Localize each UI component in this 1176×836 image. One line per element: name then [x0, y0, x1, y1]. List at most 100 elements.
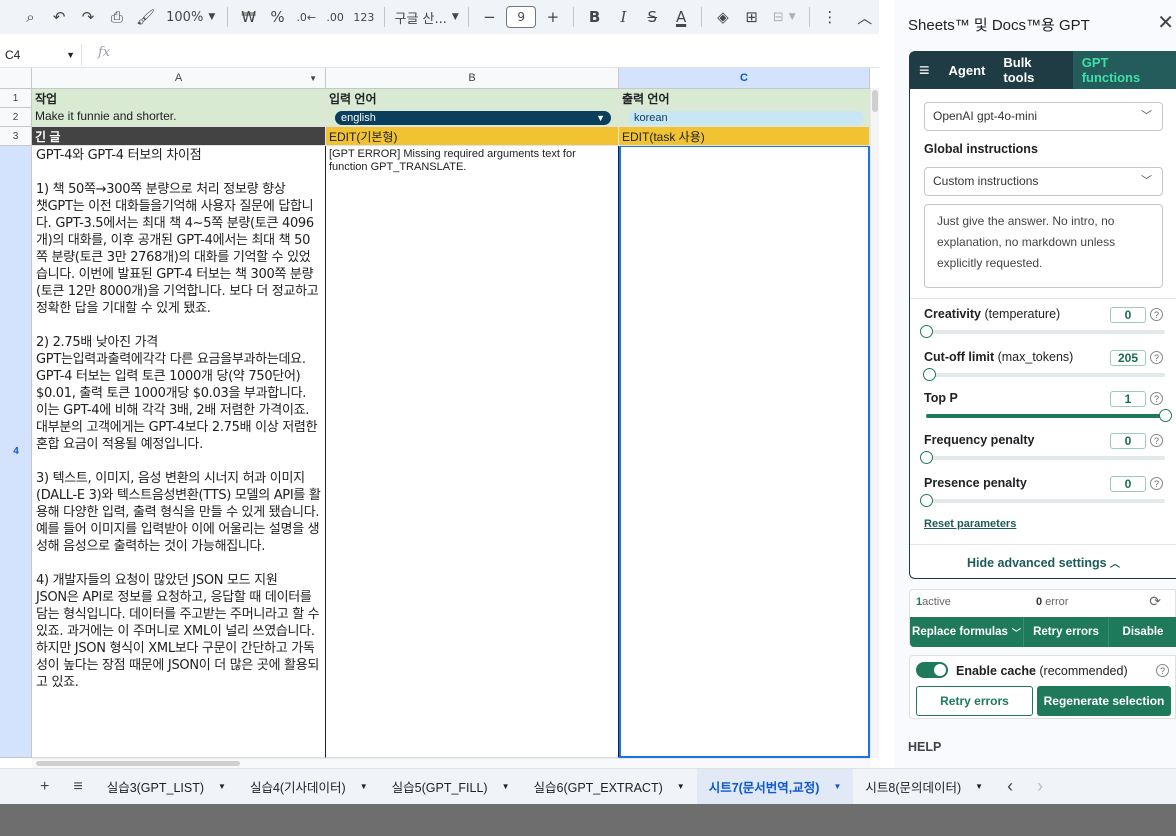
- replace-formulas-button[interactable]: Replace formulas ﹀: [910, 617, 1024, 647]
- row-header-1[interactable]: 1: [0, 89, 32, 108]
- vertical-scrollbar[interactable]: [870, 88, 879, 758]
- help-icon[interactable]: ?: [1150, 392, 1163, 405]
- column-header-b[interactable]: B: [326, 68, 619, 89]
- sheet-tab[interactable]: 실습6(GPT_EXTRACT) ▼: [522, 769, 697, 805]
- cell-b1[interactable]: 입력 언어: [326, 89, 619, 108]
- param-value-input[interactable]: 205: [1110, 350, 1146, 366]
- increase-decimal-button[interactable]: .00: [323, 3, 348, 31]
- sheet-tab-active[interactable]: 시트7(문서번역,교정) ▼: [696, 768, 854, 805]
- cell-a3[interactable]: 긴 글: [32, 127, 326, 146]
- font-size-increase-button[interactable]: +: [540, 3, 565, 31]
- disable-button[interactable]: Disable: [1109, 617, 1176, 647]
- retry-errors-outline-button[interactable]: Retry errors: [916, 686, 1033, 716]
- zoom-select[interactable]: 100% ▼: [162, 3, 219, 31]
- retry-errors-button[interactable]: Retry errors: [1024, 617, 1109, 647]
- param-slider[interactable]: [920, 494, 1165, 507]
- help-icon[interactable]: ?: [1150, 308, 1163, 321]
- redo-icon[interactable]: ↷: [76, 3, 101, 31]
- column-header-a[interactable]: A ▼: [32, 68, 326, 89]
- cell-a1[interactable]: 작업: [32, 89, 326, 108]
- row-header-2[interactable]: 2: [0, 108, 32, 127]
- reset-parameters-link[interactable]: Reset parameters: [924, 518, 1016, 530]
- slider-knob[interactable]: [1159, 409, 1172, 422]
- param-value-input[interactable]: 1: [1110, 391, 1146, 407]
- sheet-tab[interactable]: 실습5(GPT_FILL) ▼: [380, 769, 522, 805]
- more-icon[interactable]: ⋮: [817, 3, 842, 31]
- param-slider[interactable]: [926, 409, 1172, 422]
- cell-b3[interactable]: EDIT(기본형): [326, 127, 619, 146]
- scroll-tabs-left-icon[interactable]: ‹: [995, 769, 1025, 805]
- slider-knob[interactable]: [920, 494, 933, 507]
- percent-button[interactable]: %: [265, 3, 290, 31]
- scrollbar-thumb[interactable]: [36, 761, 240, 766]
- param-slider[interactable]: [920, 325, 1165, 338]
- language-chip[interactable]: korean: [628, 111, 864, 125]
- scroll-tabs-right-icon[interactable]: ›: [1025, 769, 1055, 805]
- add-sheet-button[interactable]: +: [28, 769, 61, 805]
- scrollbar-thumb[interactable]: [872, 90, 878, 112]
- cell-c1[interactable]: 출력 언어: [619, 89, 870, 108]
- tab-bulk-tools[interactable]: Bulk tools: [994, 51, 1072, 89]
- instructions-textarea[interactable]: Just give the answer. No intro, no expla…: [924, 204, 1163, 288]
- slider-knob[interactable]: [920, 325, 933, 338]
- param-slider[interactable]: [920, 451, 1165, 464]
- cell-b4[interactable]: [GPT ERROR] Missing required arguments t…: [326, 146, 619, 758]
- param-value-input[interactable]: 0: [1110, 307, 1146, 323]
- select-all-corner[interactable]: [0, 68, 32, 89]
- sheet-tab[interactable]: 실습3(GPT_LIST) ▼: [95, 769, 238, 805]
- font-select[interactable]: 구글 산... ▼: [393, 3, 460, 31]
- help-icon[interactable]: ?: [1150, 477, 1163, 490]
- tab-gpt-functions[interactable]: GPT functions: [1072, 51, 1176, 89]
- row-header-4[interactable]: 4: [0, 146, 32, 758]
- name-box[interactable]: C4 ▼: [0, 44, 82, 66]
- bold-icon[interactable]: B: [582, 3, 607, 31]
- search-icon[interactable]: ⌕: [18, 3, 43, 31]
- merge-cells-icon[interactable]: ⊟ ▼: [768, 3, 800, 31]
- paint-format-icon[interactable]: 🖌︎: [133, 3, 158, 31]
- decrease-decimal-button[interactable]: .0←: [294, 3, 319, 31]
- number-format-button[interactable]: 123: [352, 3, 377, 31]
- sheet-tab[interactable]: 실습4(기사데이터) ▼: [238, 769, 380, 805]
- slider-knob[interactable]: [920, 451, 933, 464]
- cell-a4[interactable]: GPT-4와 GPT-4 터보의 차이점 1) 책 50쪽→300쪽 분량으로 …: [32, 146, 326, 758]
- row-header-3[interactable]: 3: [0, 127, 32, 146]
- strikethrough-icon[interactable]: S: [640, 3, 665, 31]
- tab-agent[interactable]: Agent: [940, 51, 995, 89]
- filter-caret-icon[interactable]: ▼: [309, 68, 317, 89]
- horizontal-scrollbar[interactable]: [32, 758, 870, 768]
- param-slider[interactable]: [923, 368, 1165, 381]
- sheet-tab[interactable]: 시트8(문의데이터) ▼: [853, 769, 995, 805]
- fill-color-icon[interactable]: ◈: [710, 3, 735, 31]
- menu-icon[interactable]: ≡: [909, 51, 940, 89]
- all-sheets-button[interactable]: ≡: [61, 769, 94, 805]
- help-icon[interactable]: ?: [1150, 434, 1163, 447]
- text-color-icon[interactable]: A: [669, 3, 694, 31]
- print-icon[interactable]: ⎙: [104, 3, 129, 31]
- enable-cache-toggle[interactable]: [916, 662, 948, 678]
- cell-c3[interactable]: EDIT(task 사용): [619, 127, 870, 146]
- italic-icon[interactable]: I: [611, 3, 636, 31]
- borders-icon[interactable]: ⊞: [739, 3, 764, 31]
- regenerate-selection-button[interactable]: Regenerate selection: [1037, 686, 1171, 716]
- undo-icon[interactable]: ↶: [47, 3, 72, 31]
- column-header-c[interactable]: C: [619, 68, 870, 89]
- currency-button[interactable]: ₩: [236, 3, 261, 31]
- cell-c4[interactable]: [619, 146, 870, 758]
- instructions-select[interactable]: Custom instructions ﹀: [924, 167, 1163, 196]
- help-icon[interactable]: ?: [1150, 351, 1163, 364]
- cell-c2[interactable]: korean: [619, 108, 870, 127]
- slider-knob[interactable]: [923, 368, 937, 381]
- language-dropdown-chip[interactable]: english ▼: [335, 111, 611, 125]
- param-value-input[interactable]: 0: [1110, 433, 1146, 449]
- model-select[interactable]: OpenAI gpt-4o-mini ﹀: [924, 102, 1163, 131]
- font-size-decrease-button[interactable]: −: [477, 3, 502, 31]
- close-icon[interactable]: ✕: [1157, 10, 1174, 35]
- cell-b2[interactable]: english ▼: [326, 108, 619, 127]
- refresh-icon[interactable]: ⟳: [1149, 593, 1161, 610]
- help-icon[interactable]: ?: [1156, 664, 1169, 677]
- hide-advanced-settings-button[interactable]: Hide advanced settings ︿: [910, 544, 1176, 570]
- font-size-input[interactable]: 9: [505, 6, 537, 28]
- param-value-input[interactable]: 0: [1110, 476, 1146, 492]
- cell-a2[interactable]: Make it funnie and shorter.: [32, 108, 326, 127]
- collapse-toolbar-icon[interactable]: ︿: [852, 3, 877, 31]
